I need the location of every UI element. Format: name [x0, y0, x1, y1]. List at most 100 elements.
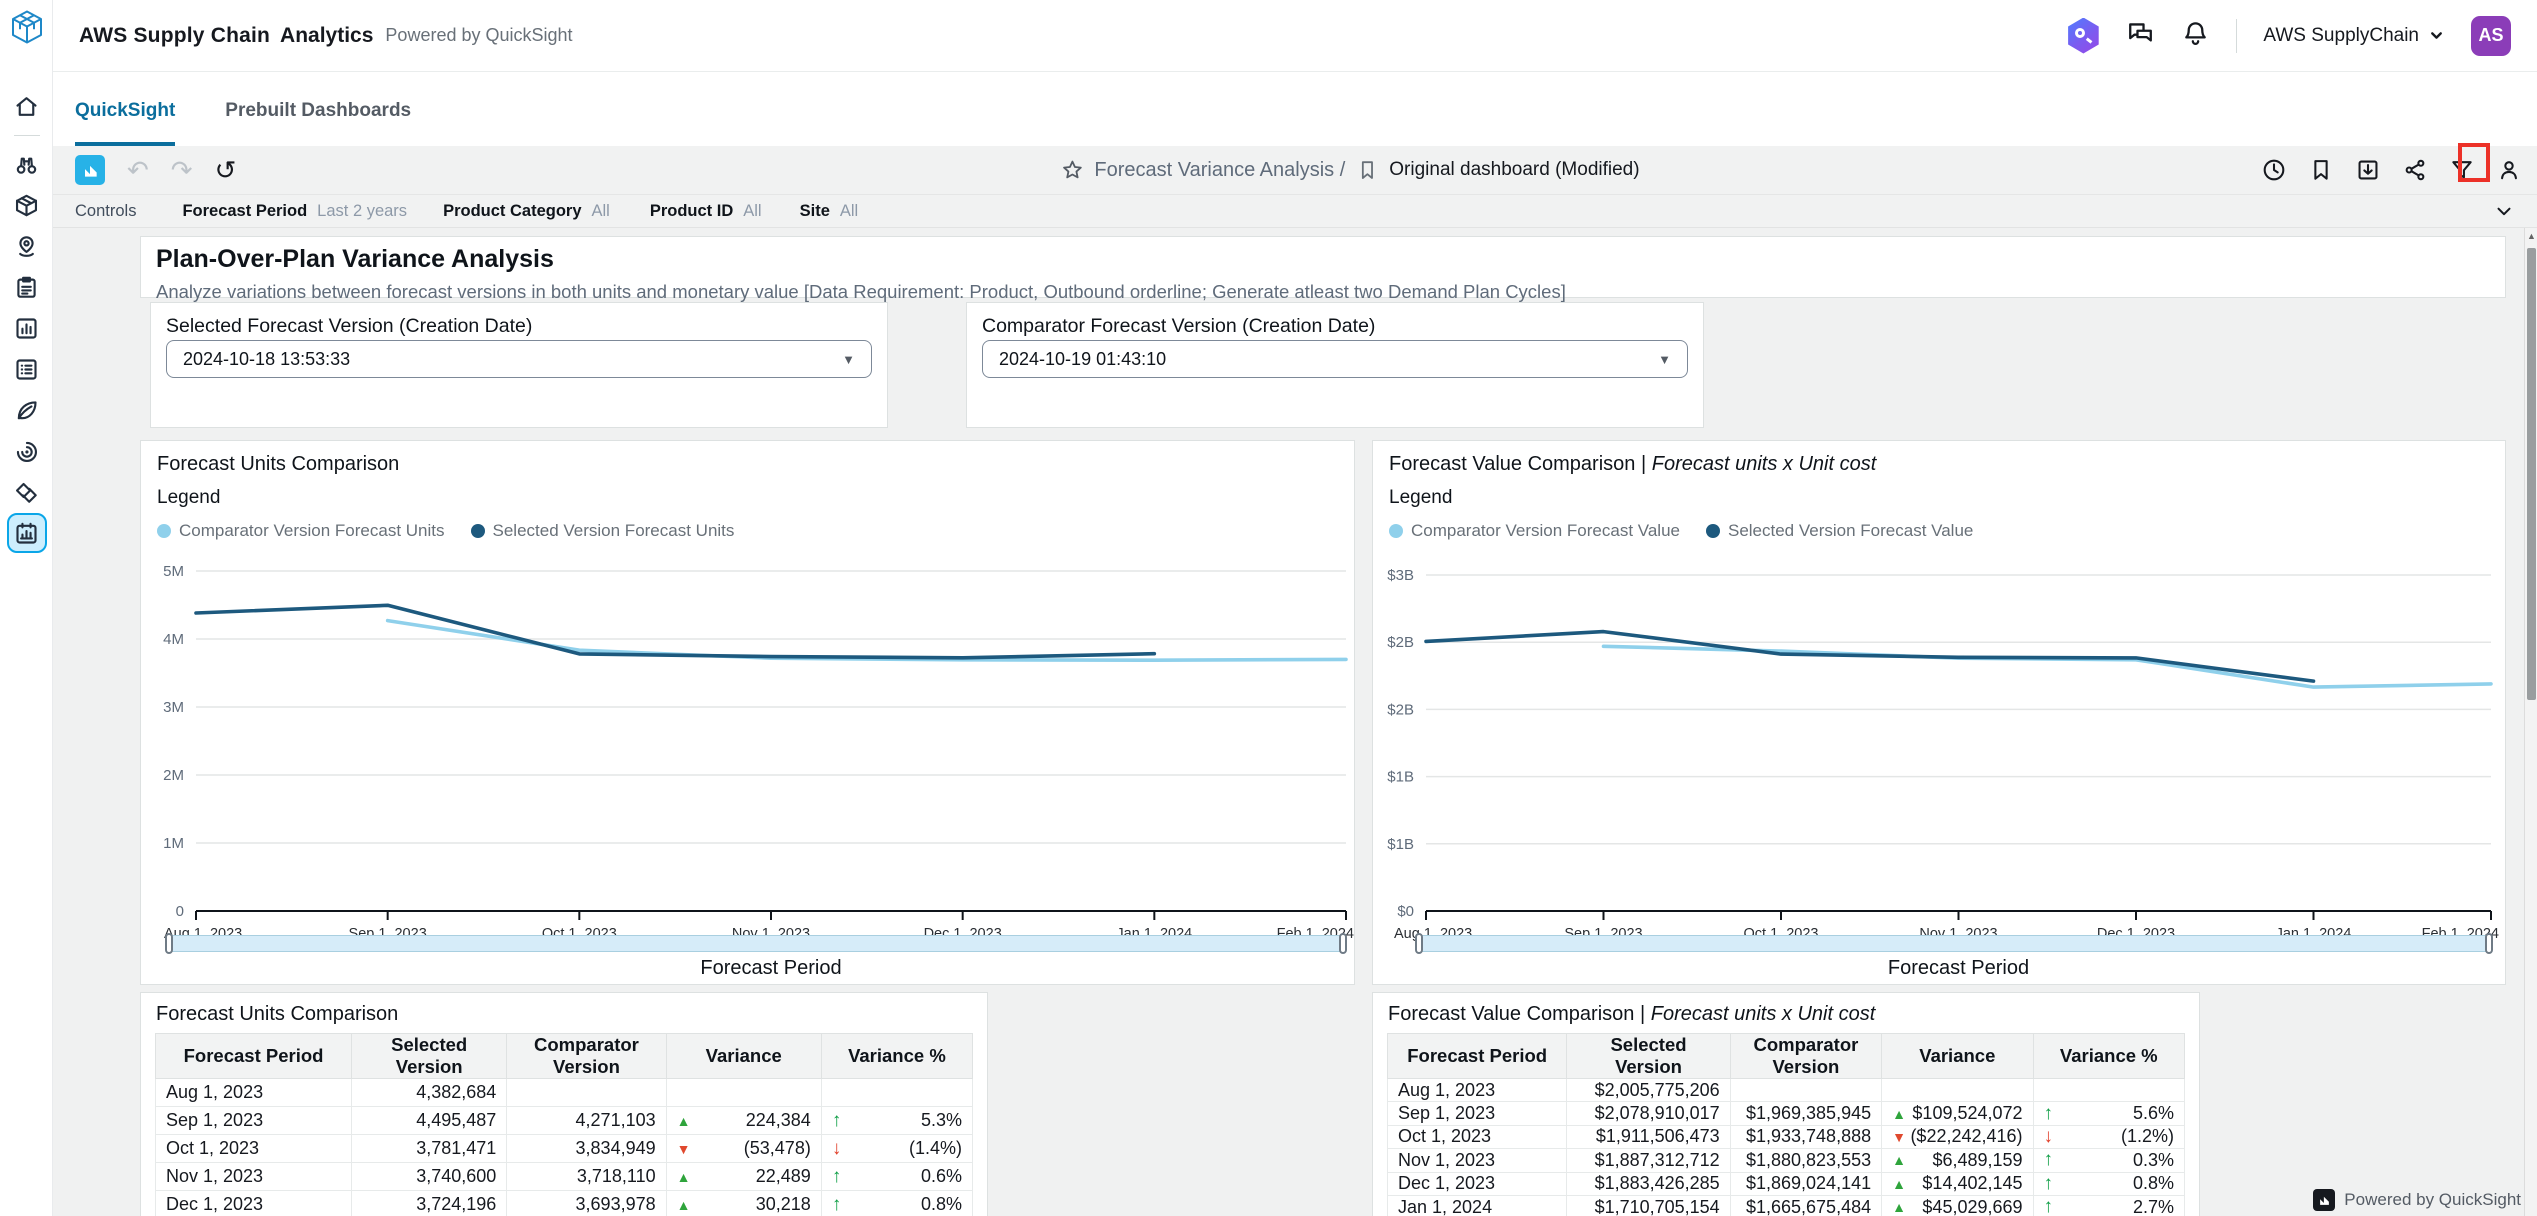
table-cell: Dec 1, 2023: [156, 1191, 352, 1216]
svg-text:5M: 5M: [163, 563, 184, 580]
arrow-down-icon: ↓: [832, 1138, 842, 1160]
table-cell: 4,382,684: [352, 1079, 507, 1107]
scrollbar-up-arrow-icon[interactable]: ▲: [2527, 231, 2536, 241]
column-header[interactable]: Forecast Period: [1388, 1034, 1567, 1079]
controls-collapse-chevron-icon[interactable]: [2493, 200, 2515, 222]
table-cell: ▲ $45,029,669: [1882, 1195, 2033, 1216]
comparator-version-dropdown[interactable]: 2024-10-19 01:43:10 ▼: [982, 340, 1688, 378]
table-cell: [507, 1079, 666, 1107]
table-cell: Sep 1, 2023: [156, 1107, 352, 1135]
cell-value: $45,029,669: [1922, 1197, 2022, 1216]
column-header[interactable]: Selected Version: [1567, 1034, 1730, 1079]
table-cell: Oct 1, 2023: [1388, 1125, 1567, 1148]
table-cell: Nov 1, 2023: [1388, 1149, 1567, 1172]
slider-handle-right[interactable]: [1339, 933, 1347, 954]
filter-product-category[interactable]: Product Category All: [443, 202, 610, 221]
selected-version-dropdown[interactable]: 2024-10-18 13:53:33 ▼: [166, 340, 872, 378]
sidebar-item-integrations[interactable]: [7, 472, 47, 512]
sidebar-item-insights[interactable]: [7, 308, 47, 348]
scrollbar-thumb[interactable]: [2527, 248, 2536, 700]
table-cell: ↓(1.2%): [2033, 1125, 2184, 1148]
column-header[interactable]: Comparator Version: [1730, 1034, 1881, 1079]
forecast-value-line-chart: $3B$2B$2B$1B$1B$0Aug 1, 2023Sep 1, 2023O…: [1373, 441, 2507, 986]
package-icon: [13, 192, 40, 219]
redo-button[interactable]: ↷: [171, 157, 193, 183]
arrow-up-icon: ↑: [2044, 1173, 2054, 1195]
bookmarks-icon[interactable]: [2307, 156, 2335, 184]
reset-button[interactable]: ↺: [215, 157, 237, 183]
binoculars-icon: [13, 151, 40, 178]
triangle-up-icon: ▲: [677, 1197, 691, 1213]
table-subtitle: Forecast units x Unit cost: [1651, 1003, 1876, 1025]
sidebar-item-work-lists[interactable]: [7, 349, 47, 389]
triangle-up-icon: ▲: [1892, 1199, 1906, 1215]
avatar[interactable]: AS: [2471, 16, 2511, 56]
sidebar-item-home[interactable]: [7, 86, 47, 126]
export-icon[interactable]: [2354, 156, 2382, 184]
table-cell: ↑5.3%: [821, 1107, 972, 1135]
breadcrumb-dashboard-name[interactable]: Forecast Variance Analysis /: [1094, 159, 1345, 182]
table-cell: $1,883,426,285: [1567, 1172, 1730, 1195]
page-description: Analyze variations between forecast vers…: [156, 281, 2490, 303]
arrow-up-icon: ↑: [2044, 1103, 2054, 1125]
triangle-up-icon: ▲: [677, 1113, 691, 1129]
forecast-period-range-slider[interactable]: [1416, 935, 2492, 952]
column-header[interactable]: Forecast Period: [156, 1034, 352, 1079]
forecast-units-table-card: Forecast Units Comparison Forecast Perio…: [140, 992, 988, 1216]
table-row: Nov 1, 2023$1,887,312,712$1,880,823,553▲…: [1388, 1149, 2185, 1172]
sidebar-item-sustainability[interactable]: [7, 390, 47, 430]
amazon-q-icon[interactable]: [2066, 18, 2100, 54]
column-header[interactable]: Selected Version: [352, 1034, 507, 1079]
forecast-period-range-slider[interactable]: [166, 935, 1346, 952]
sidebar-item-products[interactable]: [7, 185, 47, 225]
account-menu[interactable]: AWS SupplyChain: [2263, 25, 2445, 47]
schedule-clock-icon[interactable]: [2260, 156, 2288, 184]
slider-handle-left[interactable]: [1415, 933, 1423, 954]
filter-product-id[interactable]: Product ID All: [650, 202, 762, 221]
triangle-up-icon: ▲: [1892, 1152, 1906, 1168]
calendar-chart-icon: [13, 520, 40, 547]
svg-text:$3B: $3B: [1387, 567, 1414, 584]
vertical-scrollbar[interactable]: ▲: [2524, 228, 2537, 1216]
column-header[interactable]: Variance %: [821, 1034, 972, 1079]
feedback-chat-icon[interactable]: [2126, 19, 2155, 53]
x-axis-title: Forecast Period: [196, 957, 1346, 980]
sidebar-item-search[interactable]: [7, 144, 47, 184]
quicksight-logo-icon[interactable]: [75, 155, 105, 185]
notifications-bell-icon[interactable]: [2181, 19, 2210, 53]
sidebar-item-vision[interactable]: [7, 431, 47, 471]
filter-funnel-icon[interactable]: [2448, 156, 2476, 184]
arrow-down-icon: ↓: [2044, 1126, 2054, 1148]
table-cell: Dec 1, 2023: [1388, 1172, 1567, 1195]
triangle-up-icon: ▲: [677, 1169, 691, 1185]
column-header[interactable]: Variance: [666, 1034, 821, 1079]
sidebar-item-network[interactable]: [7, 226, 47, 266]
table-cell: $1,665,675,484: [1730, 1195, 1881, 1216]
slider-handle-left[interactable]: [165, 933, 173, 954]
table-cell: 3,781,471: [352, 1135, 507, 1163]
comparator-version-card: Comparator Forecast Version (Creation Da…: [966, 302, 1704, 428]
cell-value: $14,402,145: [1922, 1173, 2022, 1194]
x-axis-title: Forecast Period: [1426, 957, 2491, 980]
svg-text:3M: 3M: [163, 699, 184, 716]
filter-forecast-period[interactable]: Forecast Period Last 2 years: [182, 202, 407, 221]
user-icon[interactable]: [2495, 156, 2523, 184]
svg-text:0: 0: [176, 903, 184, 920]
sidebar-item-demand-planning[interactable]: [7, 513, 47, 553]
filter-site[interactable]: Site All: [800, 202, 859, 221]
tab-prebuilt-dashboards[interactable]: Prebuilt Dashboards: [225, 100, 411, 146]
breadcrumb: Forecast Variance Analysis / Original da…: [1060, 158, 1639, 182]
column-header[interactable]: Comparator Version: [507, 1034, 666, 1079]
share-icon[interactable]: [2401, 156, 2429, 184]
triangle-up-icon: ▲: [1892, 1106, 1906, 1122]
slider-handle-right[interactable]: [2485, 933, 2493, 954]
cell-value: 22,489: [756, 1166, 811, 1187]
column-header[interactable]: Variance %: [2033, 1034, 2184, 1079]
undo-button[interactable]: ↶: [127, 157, 149, 183]
column-header[interactable]: Variance: [1882, 1034, 2033, 1079]
star-icon[interactable]: [1060, 158, 1084, 182]
tab-quicksight[interactable]: QuickSight: [75, 100, 175, 146]
sidebar-item-orders[interactable]: [7, 267, 47, 307]
triangle-down-icon: ▼: [1892, 1129, 1906, 1145]
aws-supply-chain-logo-icon: [8, 8, 46, 46]
